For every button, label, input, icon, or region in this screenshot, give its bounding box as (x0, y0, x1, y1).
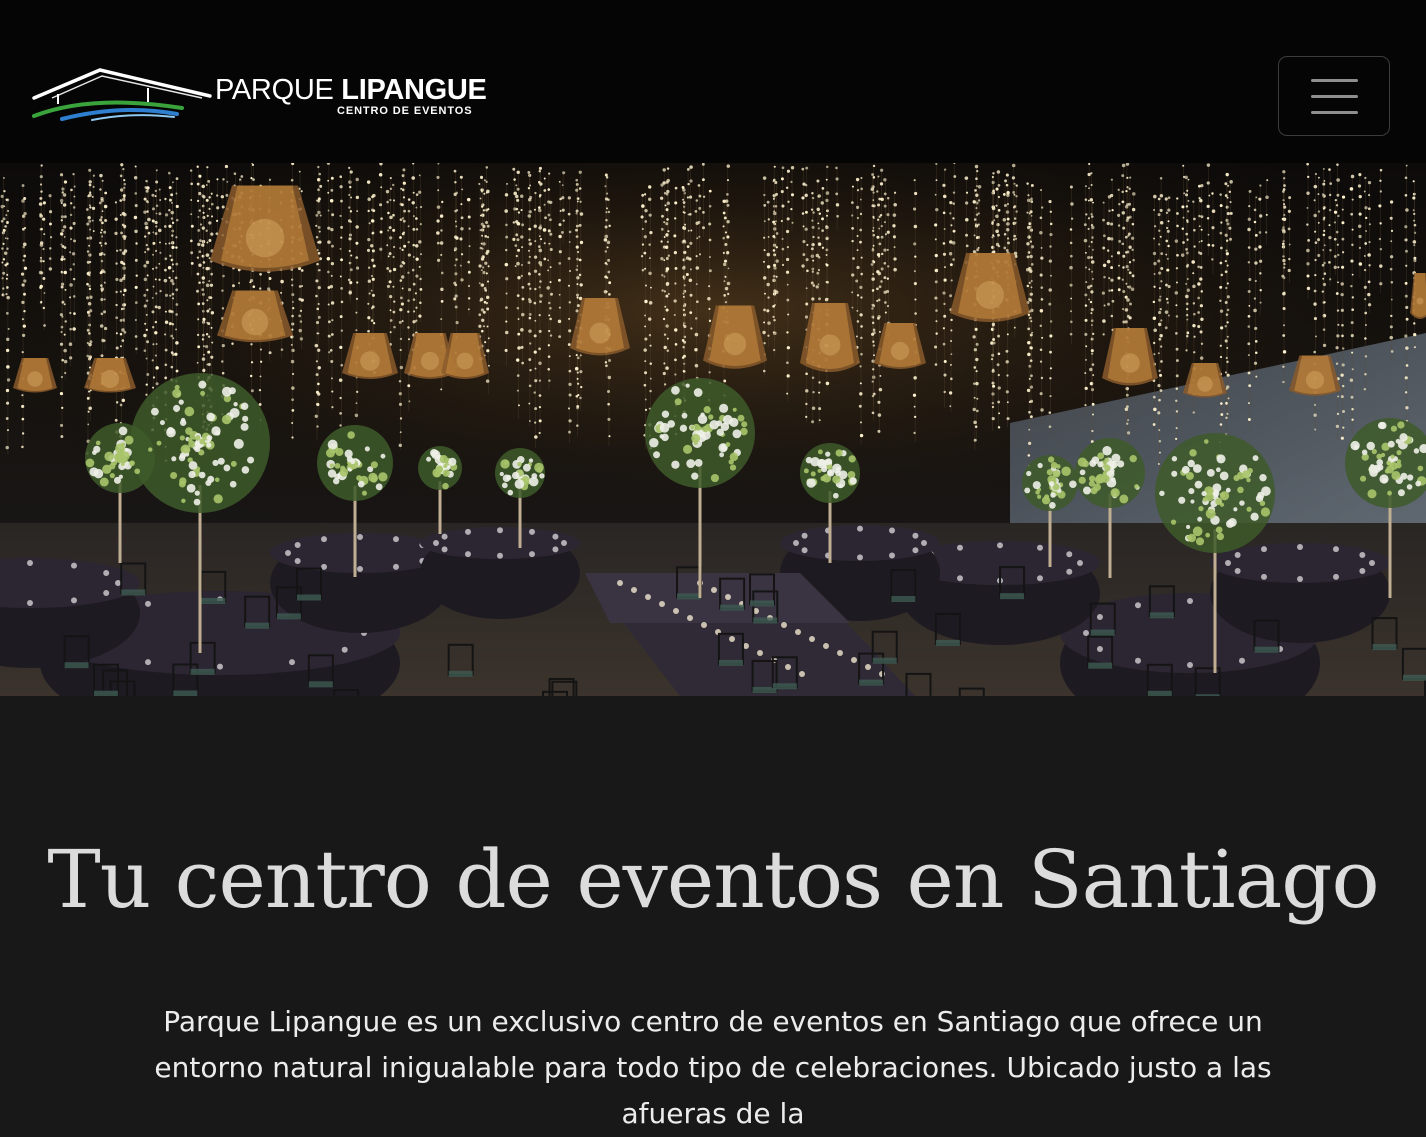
menu-toggle-button[interactable] (1278, 56, 1390, 136)
intro-section: Tu centro de eventos en Santiago Parque … (0, 696, 1426, 1130)
site-header: PARQUE LIPANGUE CENTRO DE EVENTOS (0, 0, 1426, 163)
page-title: Tu centro de eventos en Santiago (47, 833, 1379, 926)
logo-subtitle: CENTRO DE EVENTOS (337, 105, 473, 117)
hamburger-menu-icon-bar (1311, 111, 1358, 114)
hero-image (0, 163, 1426, 696)
logo[interactable]: PARQUE LIPANGUE CENTRO DE EVENTOS (32, 62, 487, 124)
hamburger-menu-icon-bar (1311, 95, 1358, 98)
event-hall-photo (0, 163, 1426, 696)
intro-paragraph: Parque Lipangue es un exclusivo centro d… (154, 1005, 1272, 1130)
logo-wordmark: PARQUE LIPANGUE (215, 75, 487, 105)
logo-word-light: PARQUE (215, 74, 342, 106)
logo-word-bold: LIPANGUE (341, 74, 487, 106)
logo-mark-icon (32, 68, 212, 121)
hamburger-menu-icon (1311, 79, 1358, 82)
